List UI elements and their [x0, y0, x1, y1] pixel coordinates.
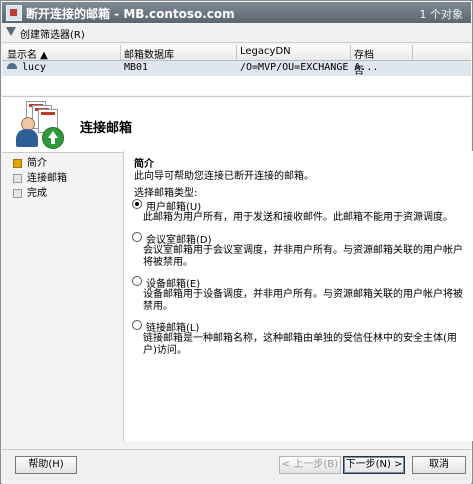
column-header-archive[interactable]: 存档: [354, 46, 374, 61]
console-toolbar: 创建筛选器(R): [2, 24, 471, 43]
option-label[interactable]: 链接邮箱(L): [146, 319, 199, 334]
column-header-legacydn[interactable]: LegacyDN: [240, 46, 291, 57]
table-row[interactable]: lucy MB01 /O=MVP/OU=EXCHANGE A... 否: [2, 61, 471, 77]
option-description: 会议室邮箱用于会议室调度，并非用户所有。与资源邮箱关联的用户帐户将被禁用。: [143, 245, 463, 268]
wizard-steps: 简介 连接邮箱 完成: [13, 157, 113, 202]
wizard-window: 断开连接的邮箱 - MB.contoso.com 1 个对象 创建筛选器(R) …: [0, 0, 473, 484]
mailbox-icon: [6, 5, 22, 21]
wizard-content: 简介 此向导可帮助您连接已断开连接的邮箱。 选择邮箱类型: 用户邮箱(U) 此邮…: [123, 151, 473, 441]
option-description: 此邮箱为用户所有，用于发送和接收邮件。此邮箱不能用于资源调度。: [143, 212, 453, 223]
create-filter-button[interactable]: 创建筛选器(R): [20, 26, 85, 41]
cell-archive: 否: [354, 66, 364, 77]
user-mailbox-radio[interactable]: [132, 199, 142, 209]
cell-display-name: lucy: [22, 62, 47, 73]
equipment-mailbox-radio[interactable]: [132, 276, 142, 286]
cancel-button[interactable]: 取消: [412, 456, 466, 474]
cell-database: MB01: [124, 62, 149, 73]
filter-icon: [6, 27, 16, 36]
step-label: 简介: [27, 158, 47, 169]
user-icon: [6, 62, 18, 74]
list-header: 显示名 ▲ 邮箱数据库 LegacyDN 存档: [2, 45, 471, 61]
step-complete: 完成: [13, 187, 113, 202]
step-active-icon: [13, 159, 22, 168]
room-mailbox-radio[interactable]: [132, 232, 142, 242]
step-connect-mailbox: 连接邮箱: [13, 172, 113, 187]
object-count: 1 个对象: [419, 8, 464, 21]
step-label: 连接邮箱: [27, 173, 67, 184]
wizard-header: 连接邮箱: [2, 96, 471, 153]
help-button[interactable]: 帮助(H): [15, 456, 77, 474]
mailbox-list: 显示名 ▲ 邮箱数据库 LegacyDN 存档 lucy MB01 /O=MVP…: [2, 45, 471, 95]
mailbox-type-prompt: 选择邮箱类型:: [134, 188, 198, 199]
console-titlebar: 断开连接的邮箱 - MB.contoso.com 1 个对象: [2, 2, 471, 23]
option-description: 设备邮箱用于设备调度，并非用户所有。与资源邮箱关联的用户帐户将被禁用。: [143, 289, 463, 312]
option-label[interactable]: 用户邮箱(U): [146, 198, 201, 213]
wizard-footer: 帮助(H) < 上一步(B) 下一步(N) > 取消: [2, 449, 471, 484]
back-button[interactable]: < 上一步(B): [279, 456, 341, 474]
next-button[interactable]: 下一步(N) >: [343, 456, 405, 474]
option-label[interactable]: 设备邮箱(E): [146, 275, 200, 290]
option-description: 链接邮箱是一种邮箱名称，这种邮箱由单独的受信任林中的安全主体(用户)访问。: [143, 333, 457, 356]
connect-mailbox-icon: [12, 101, 64, 149]
wizard-title: 连接邮箱: [80, 121, 133, 136]
step-intro: 简介: [13, 157, 113, 172]
column-header-database[interactable]: 邮箱数据库: [124, 46, 174, 61]
linked-mailbox-radio[interactable]: [132, 320, 142, 330]
step-pending-icon: [13, 189, 22, 198]
step-pending-icon: [13, 174, 22, 183]
step-label: 完成: [27, 188, 47, 199]
page-description: 此向导可帮助您连接已断开连接的邮箱。: [134, 171, 314, 182]
console-title: 断开连接的邮箱 - MB.contoso.com: [26, 7, 235, 21]
column-header-display-name[interactable]: 显示名 ▲: [7, 46, 48, 61]
option-label[interactable]: 会议室邮箱(D): [146, 231, 212, 246]
